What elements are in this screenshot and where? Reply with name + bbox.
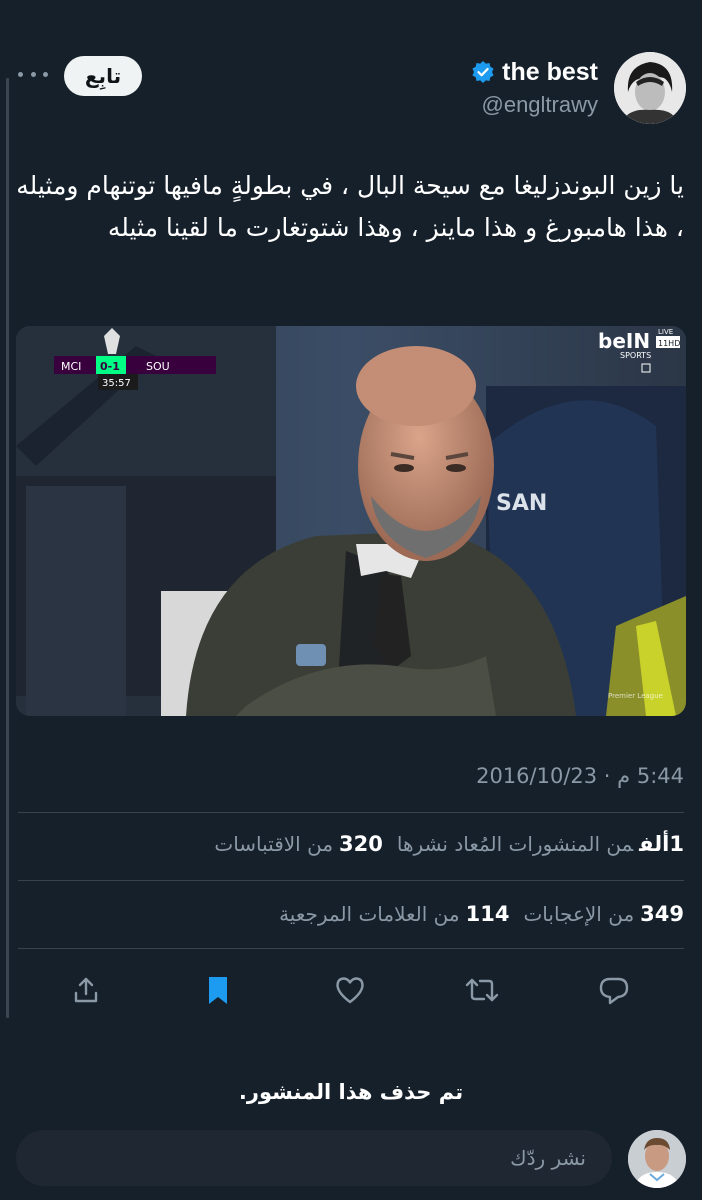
bookmark-icon[interactable]: [196, 968, 240, 1012]
share-icon[interactable]: [64, 968, 108, 1012]
tweet-header: the best @engltrawy تابِع: [0, 50, 702, 130]
scoreboard-away: SOU: [146, 360, 170, 373]
retweet-icon[interactable]: [460, 968, 504, 1012]
watermark-text: Premier League: [608, 692, 663, 700]
divider: [18, 880, 684, 881]
likes-stat[interactable]: 349من الإعجابات: [523, 902, 684, 926]
tweet-timestamp[interactable]: 5:44 م · 2016/10/23: [476, 764, 684, 788]
tweet-media-image[interactable]: SAN MCI 0-1 SOU 35:57 beIN SPORTS 11HD L…: [16, 326, 686, 716]
bookmarks-label: من العلامات المرجعية: [279, 902, 460, 926]
stats-row-likes: 349من الإعجابات 114من العلامات المرجعية: [279, 902, 684, 926]
tweet-text: يا زين البوندزليغا مع سيحة البال ، في بط…: [16, 171, 684, 242]
follow-button[interactable]: تابِع: [64, 56, 142, 96]
reply-bar: [0, 1128, 702, 1192]
bookmarks-count: 114: [465, 902, 510, 926]
author-handle[interactable]: @engltrawy: [482, 92, 599, 118]
broadcaster-name: beIN: [598, 329, 650, 353]
live-label: LIVE: [658, 328, 673, 336]
stats-row-reposts: 1ألفمن المنشورات المُعاد نشرها 320من الا…: [214, 832, 684, 856]
user-avatar[interactable]: [628, 1130, 686, 1188]
broadcaster-sub: SPORTS: [620, 351, 651, 360]
scoreboard-home: MCI: [61, 360, 81, 373]
quotes-label: من الاقتباسات: [214, 832, 334, 856]
scoreboard-score: 0-1: [100, 360, 120, 373]
author-display-name[interactable]: the best: [502, 58, 598, 87]
reply-icon[interactable]: [592, 968, 636, 1012]
quotes-stat[interactable]: 320من الاقتباسات: [214, 832, 383, 856]
deleted-post-notice: تم حذف هذا المنشور.: [238, 1080, 464, 1104]
quotes-count: 320: [339, 832, 383, 856]
bookmarks-stat[interactable]: 114من العلامات المرجعية: [279, 902, 509, 926]
reposts-label: من المنشورات المُعاد نشرها: [396, 832, 634, 856]
heart-icon[interactable]: [328, 968, 372, 1012]
stadium-banner-text: SAN: [496, 491, 547, 516]
channel-number: 11HD: [658, 339, 680, 348]
likes-count: 349: [640, 902, 684, 926]
likes-label: من الإعجابات: [523, 902, 635, 926]
tweet-actions: [54, 968, 654, 1012]
reply-input[interactable]: [16, 1130, 612, 1186]
verified-badge-icon: [472, 61, 494, 83]
divider: [18, 812, 684, 813]
divider: [18, 948, 684, 949]
scrollbar-thumb[interactable]: [6, 78, 9, 1018]
author-avatar[interactable]: [614, 52, 686, 124]
scrollbar[interactable]: [6, 78, 9, 1018]
reposts-count: 1ألف: [639, 832, 684, 856]
scoreboard-clock: 35:57: [102, 378, 131, 389]
more-options-icon[interactable]: [18, 64, 48, 84]
reposts-stat[interactable]: 1ألفمن المنشورات المُعاد نشرها: [397, 832, 684, 856]
